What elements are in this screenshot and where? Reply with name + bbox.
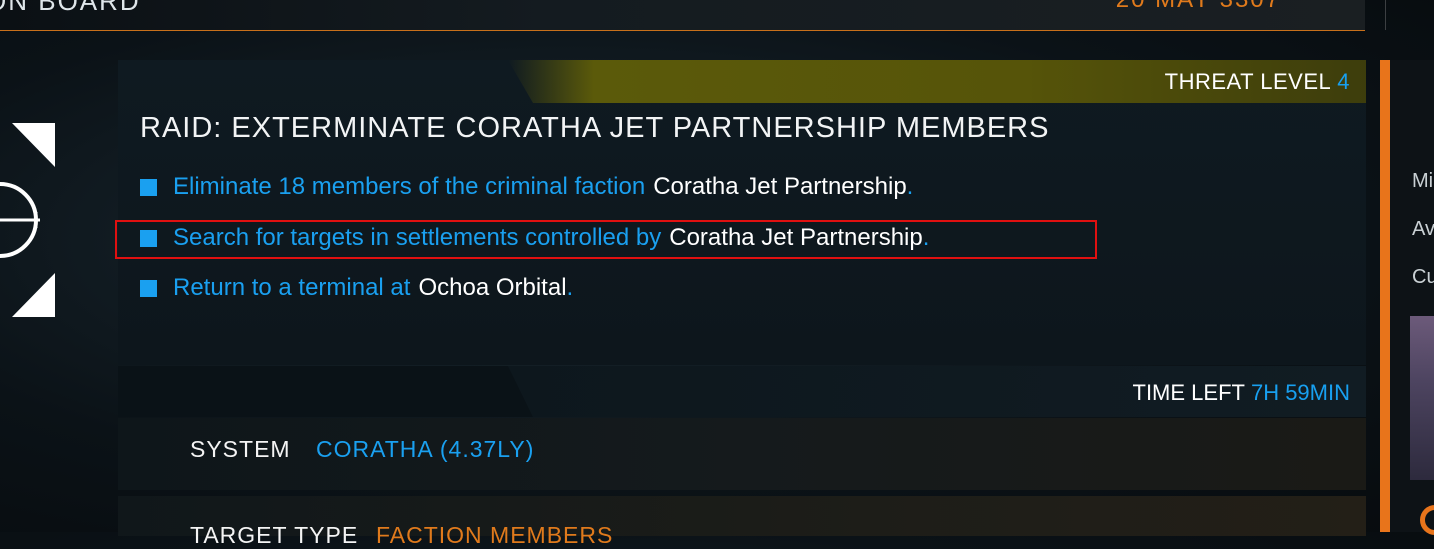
panel-divider [1380,60,1390,532]
target-type-label: TARGET TYPE [190,522,359,548]
target-type-row: TARGET TYPE FACTION MEMBERS [118,496,1366,548]
right-panel-item[interactable]: Mi [1412,170,1433,193]
bullet-icon [140,279,157,297]
right-panel-item[interactable]: Cu [1412,266,1434,289]
time-left-row: TIME LEFT 7H 59MIN [118,366,1366,417]
header-bar: ON BOARD 20 MAY 3307 [0,0,1365,31]
time-banner: TIME LEFT 7H 59MIN [508,366,1366,417]
system-label: SYSTEM [190,436,291,462]
bullet-icon [140,178,157,196]
right-panel-item[interactable]: Av [1412,218,1434,241]
mission-type-emblem-icon [0,123,55,317]
system-row[interactable]: SYSTEM CORATHA (4.37LY) [118,418,1366,490]
board-title: ON BOARD [0,0,141,16]
target-type-value: FACTION MEMBERS [376,522,614,548]
time-left-value: 7H 59MIN [1250,380,1350,405]
mission-title: RAID: EXTERMINATE CORATHA JET PARTNERSHI… [140,112,1050,144]
threat-level: THREAT LEVEL 4 [1164,69,1350,94]
mission-card[interactable]: THREAT LEVEL 4 RAID: EXTERMINATE CORATHA … [118,60,1366,365]
objective-item: Eliminate 18 members of the criminal fac… [140,172,913,202]
threat-level-value: 4 [1337,69,1350,94]
preview-thumbnail[interactable] [1410,316,1434,480]
threat-banner: THREAT LEVEL 4 [508,60,1366,103]
selection-highlight [115,220,1097,259]
date-display: 20 MAY 3307 [1116,0,1281,14]
system-value[interactable]: CORATHA (4.37LY) [316,436,534,463]
time-left: TIME LEFT 7H 59MIN [1132,380,1351,405]
header-divider [1385,0,1386,30]
objective-item: Return to a terminal at Ochoa Orbital . [140,273,573,303]
